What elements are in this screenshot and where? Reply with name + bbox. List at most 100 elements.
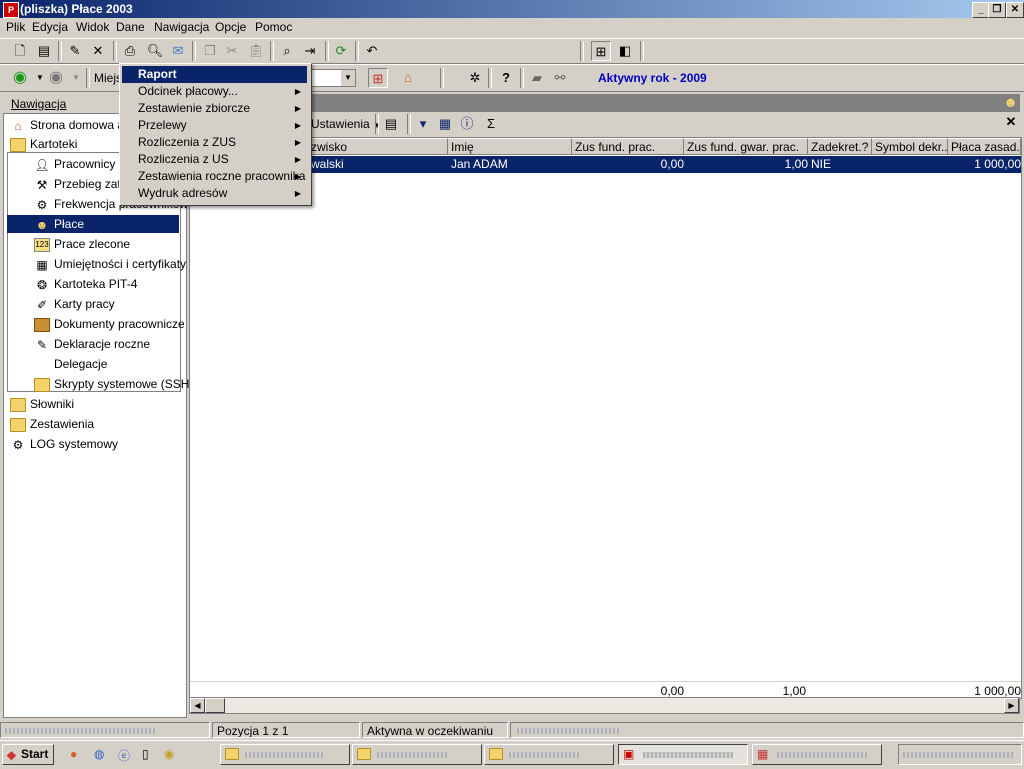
firefox-icon[interactable]: ● (70, 747, 77, 761)
tree-view-icon[interactable]: ⊞ (591, 41, 611, 61)
settings-dropdown[interactable]: Ustawienia ▼ (311, 117, 381, 131)
menu-item-raport[interactable]: Raport (122, 66, 307, 83)
email-icon[interactable]: ✉ (168, 41, 188, 61)
column-header-imie[interactable]: Imię (448, 138, 572, 155)
tree-item-umiejetnosci[interactable]: ▦ Umiejętności i certyfikaty (34, 255, 186, 273)
help-icon[interactable]: ? (496, 68, 516, 88)
delete-icon[interactable]: ✕ (88, 41, 108, 61)
tree-item-przebieg[interactable]: ⚒ Przebieg zatru (34, 175, 132, 193)
column-header-placa[interactable]: Płaca zasad. (948, 138, 1021, 155)
link-icon[interactable]: ⚯ (550, 68, 570, 88)
start-button[interactable]: ❖ Start (2, 744, 54, 765)
folder-icon (10, 397, 26, 412)
menu-plik[interactable]: Plik (6, 20, 25, 34)
table-row[interactable]: walski Jan ADAM 0,00 1,00 NIE 1 000,00 (190, 156, 1021, 173)
browser-icon[interactable]: ◍ (94, 747, 104, 761)
ie-icon[interactable]: ⓔ (118, 747, 130, 764)
content-header: ☻ (189, 94, 1020, 112)
forward-icon[interactable]: ◉ (46, 68, 66, 88)
tree-item-delegacje[interactable]: Delegacje (54, 355, 107, 373)
properties-icon[interactable]: ▤ (34, 41, 54, 61)
menu-item-odcinek[interactable]: Odcinek płacowy... ▶ (122, 83, 307, 100)
split-view-icon[interactable]: ◧ (615, 41, 635, 61)
menu-item-zestawienia-roczne[interactable]: Zestawienia roczne pracownika ▶ (122, 168, 307, 185)
document-icon[interactable]: ▯ (142, 747, 149, 761)
info-icon[interactable]: ⓘ (457, 114, 477, 134)
print-icon[interactable]: ⎙ (120, 41, 140, 61)
column-header-zus-gwar[interactable]: Zus fund. gwar. prac. (684, 138, 808, 155)
taskbar-window-1[interactable] (220, 744, 350, 765)
tree-item-kartoteki[interactable]: Kartoteki (10, 135, 77, 153)
edit-icon[interactable]: ✎ (65, 41, 85, 61)
refresh-icon[interactable]: ⟳ (331, 41, 351, 61)
tree-item-deklaracje[interactable]: ✎ Deklaracje roczne (34, 335, 150, 353)
chevron-down-icon[interactable]: ▼ (341, 70, 355, 86)
menu-edycja[interactable]: Edycja (32, 20, 68, 34)
menu-dane[interactable]: Dane (116, 20, 145, 34)
tree-item-skrypty[interactable]: Skrypty systemowe (SSH) (34, 375, 193, 393)
menu-item-rozliczenia-us[interactable]: Rozliczenia z US ▶ (122, 151, 307, 168)
menu-item-wydruk-adresow[interactable]: Wydruk adresów ▶ (122, 185, 307, 202)
restore-button[interactable]: ❐ (988, 2, 1006, 18)
tree-item-pracownicy[interactable]: 👤︎ Pracownicy (34, 155, 115, 173)
tree-item-karty-pracy[interactable]: ✐ Karty pracy (34, 295, 115, 313)
toolbar-separator (325, 41, 329, 61)
filter-icon[interactable]: ▾ (413, 114, 433, 134)
window-title: (pliszka) Płace 2003 (20, 2, 133, 16)
menu-pomoc[interactable]: Pomoc (255, 20, 292, 34)
taskbar-window-5[interactable]: ▦ (752, 744, 882, 765)
media-player-icon[interactable]: ◉ (164, 747, 174, 761)
home-icon[interactable]: ⌂ (398, 68, 418, 88)
scroll-thumb[interactable] (205, 698, 225, 713)
close-button[interactable]: ✕ (1006, 2, 1024, 18)
tree-item-log[interactable]: ⚙ LOG systemowy (10, 435, 118, 453)
cut-icon[interactable]: ✂ (222, 41, 242, 61)
certificate-icon: ▦ (36, 257, 48, 272)
scroll-left-icon[interactable]: ◀ (190, 698, 205, 713)
back-icon[interactable]: ◉ (10, 68, 30, 88)
find-icon[interactable]: ⌕ (277, 41, 297, 61)
tree-item-pit4[interactable]: ❂ Kartoteka PIT-4 (34, 275, 137, 293)
location-dropdown[interactable]: ▼ (306, 69, 356, 87)
tree-item-dokumenty[interactable]: Dokumenty pracownicze (34, 315, 185, 333)
find-next-icon[interactable]: ⇥ (300, 41, 320, 61)
app-icon[interactable]: P (3, 2, 19, 18)
toolbar-separator (270, 41, 274, 61)
title-bar[interactable]: P (pliszka) Płace 2003 _ ❐ ✕ (0, 0, 1024, 18)
users-icon[interactable]: ✲ (465, 68, 485, 88)
navigation-title[interactable]: Nawigacja (11, 97, 66, 111)
menu-nawigacja[interactable]: Nawigacja (154, 20, 209, 34)
tree-icon[interactable]: ⊞ (368, 68, 388, 88)
scroll-right-icon[interactable]: ▶ (1004, 698, 1019, 713)
book-icon[interactable]: ▰ (527, 68, 547, 88)
tree-item-slowniki[interactable]: Słowniki (10, 395, 74, 413)
payroll-icon: ☻ (1003, 94, 1018, 110)
menu-opcje[interactable]: Opcje (215, 20, 246, 34)
column-header-zadekret[interactable]: Zadekret.? (808, 138, 872, 155)
grid-icon[interactable]: ▦ (435, 114, 455, 134)
horizontal-scrollbar[interactable]: ◀ ▶ (189, 697, 1020, 714)
column-header-symbol[interactable]: Symbol dekr... (872, 138, 948, 155)
taskbar-window-active[interactable]: ▣ (618, 744, 748, 765)
close-icon[interactable]: ✕ (1001, 112, 1021, 132)
tree-item-place[interactable]: ☻ Płace (7, 215, 179, 233)
tree-item-prace-zlecone[interactable]: 123 Prace zlecone (34, 235, 130, 253)
tree-item-zestawienia[interactable]: Zestawienia (10, 415, 94, 433)
menu-item-przelewy[interactable]: Przelewy ▶ (122, 117, 307, 134)
column-header-zus-fund[interactable]: Zus fund. prac. (572, 138, 684, 155)
taskbar-window-3[interactable] (484, 744, 614, 765)
paste-icon[interactable]: 📋︎ (246, 41, 266, 61)
submenu-arrow-icon: ▶ (294, 121, 301, 130)
forward-dropdown-icon[interactable]: ▼ (66, 68, 86, 88)
tree-item-home[interactable]: ⌂ Strona domowa ap (10, 116, 130, 134)
new-document-icon[interactable]: 🗋 (10, 41, 30, 61)
copy-icon[interactable]: ❐ (200, 41, 220, 61)
taskbar-window-2[interactable] (352, 744, 482, 765)
print-preview-icon[interactable]: 🔍︎ (145, 41, 165, 61)
properties-icon[interactable]: ▤ (381, 114, 401, 134)
menu-item-rozliczenia-zus[interactable]: Rozliczenia z ZUS ▶ (122, 134, 307, 151)
sum-icon[interactable]: Σ (481, 114, 501, 134)
menu-item-zestawienie-zbiorcze[interactable]: Zestawienie zbiorcze ▶ (122, 100, 307, 117)
menu-widok[interactable]: Widok (76, 20, 109, 34)
undo-icon[interactable]: ↶ (362, 41, 382, 61)
